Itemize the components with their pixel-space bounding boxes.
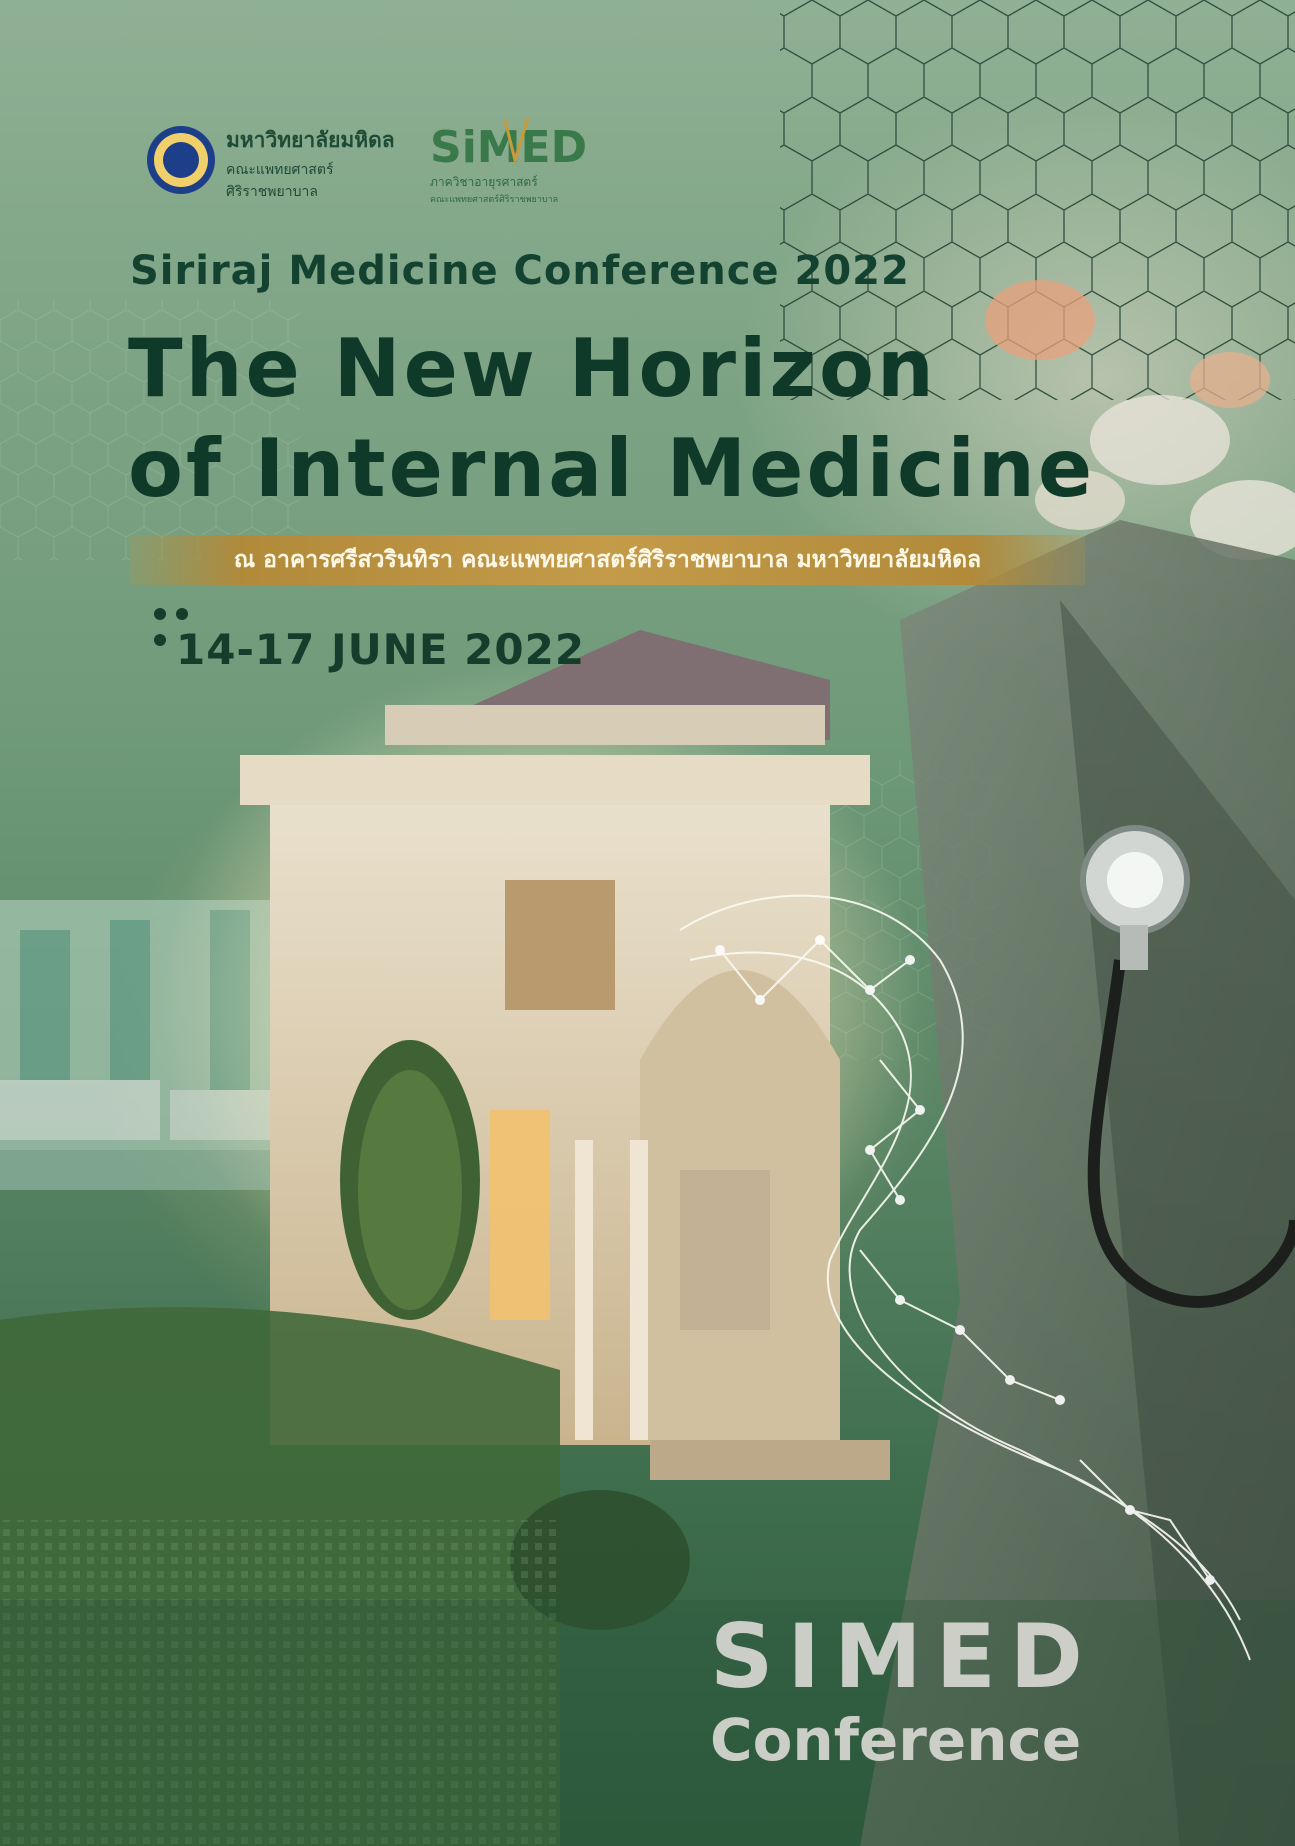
- brand-line1: SIMED: [710, 1605, 1097, 1708]
- simed-dept: ภาควิชาอายุรศาสตร์: [430, 175, 538, 190]
- theme-line1: The New Horizon: [128, 322, 937, 415]
- venue-text: ณ อาคารศรีสวรินทิรา คณะแพทยศาสตร์ศิริราช…: [233, 547, 982, 573]
- simed-logo-icon: SiMED ภาควิชาอายุรศาสตร์ คณะแพทยศาสตร์ศิ…: [430, 117, 587, 205]
- venue-banner: ณ อาคารศรีสวรินทิรา คณะแพทยศาสตร์ศิริราช…: [130, 535, 1085, 585]
- event-dates: 14-17 JUNE 2022: [176, 625, 586, 674]
- poster: มหาวิทยาลัยมหิดล คณะแพทยศาสตร์ ศิริราชพย…: [0, 0, 1295, 1846]
- brand-line2: Conference: [710, 1706, 1082, 1774]
- simed-sub: คณะแพทยศาสตร์ศิริราชพยาบาล: [430, 193, 558, 205]
- theme-line2: of Internal Medicine: [128, 422, 1096, 515]
- conference-name: Siriraj Medicine Conference 2022: [130, 248, 910, 294]
